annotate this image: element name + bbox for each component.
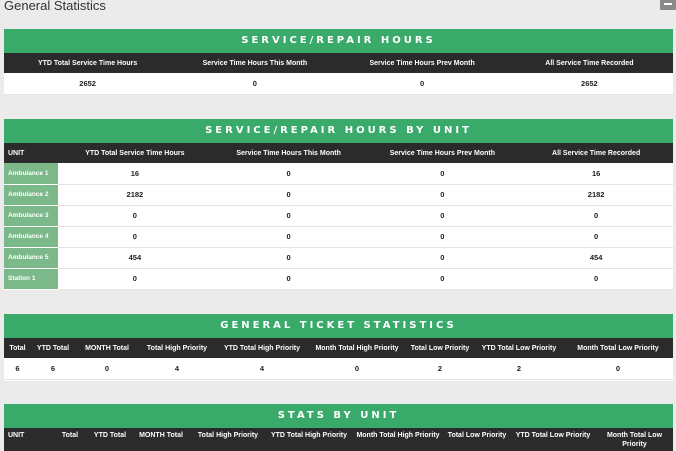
table-cell: 2182 [58, 184, 212, 206]
column-header: Total [4, 338, 31, 358]
table-row: Ambulance 3 0 0 0 0 [4, 205, 673, 227]
column-header: UNIT [4, 143, 58, 163]
unit-name: Ambulance 1 [4, 163, 58, 185]
table-cell: 0 [58, 226, 212, 248]
column-header: All Service Time Recorded [505, 53, 673, 73]
unit-name: Ambulance 4 [4, 226, 58, 248]
column-header: All Service Time Recorded [519, 143, 673, 163]
stats-by-unit-panel: STATS BY UNIT UNIT Total YTD Total MONTH… [4, 404, 673, 451]
table-cell: 0 [365, 226, 520, 248]
table-row: Ambulance 4 0 0 0 0 [4, 226, 673, 248]
table-cell: 0 [211, 184, 366, 206]
column-header: UNIT [4, 428, 52, 451]
hours-by-unit-table: UNIT YTD Total Service Time Hours Servic… [4, 143, 673, 290]
table-cell: 16 [58, 163, 212, 185]
table-cell: 2182 [519, 184, 673, 206]
column-header: Service Time Hours This Month [211, 143, 366, 163]
table-cell: 0 [519, 226, 673, 248]
collapse-icon[interactable] [660, 0, 676, 10]
service-hours-table: YTD Total Service Time Hours Service Tim… [4, 53, 673, 95]
table-cell: 4 [215, 358, 309, 380]
ticket-stats-banner: GENERAL TICKET STATISTICS [4, 314, 673, 338]
column-header: Total Low Priority [444, 428, 510, 451]
unit-name: Ambulance 2 [4, 184, 58, 206]
page-title: General Statistics [4, 0, 106, 13]
table-cell: 454 [519, 247, 673, 269]
table-cell: 0 [58, 205, 212, 227]
service-hours-banner: SERVICE/REPAIR HOURS [4, 29, 673, 53]
unit-name: Station 1 [4, 268, 58, 290]
table-cell: 454 [58, 247, 212, 269]
table-cell: 0 [365, 205, 520, 227]
table-cell: 0 [211, 268, 366, 290]
service-hours-panel: SERVICE/REPAIR HOURS YTD Total Service T… [4, 29, 673, 95]
table-cell: 16 [519, 163, 673, 185]
table-cell: 2652 [505, 73, 673, 95]
table-cell: 0 [309, 358, 405, 380]
table-cell: 0 [211, 226, 366, 248]
table-cell: 0 [211, 163, 366, 185]
column-header: MONTH Total [132, 428, 190, 451]
table-cell: 2 [405, 358, 475, 380]
column-header: Month Total High Priority [352, 428, 444, 451]
table-cell: 0 [519, 205, 673, 227]
table-cell: 2652 [4, 73, 172, 95]
column-header: YTD Total Service Time Hours [4, 53, 172, 73]
table-cell: 2 [475, 358, 563, 380]
table-cell: 0 [365, 163, 520, 185]
table-row: Ambulance 1 16 0 0 16 [4, 163, 673, 185]
unit-name: Ambulance 5 [4, 247, 58, 269]
column-header: Total High Priority [190, 428, 266, 451]
ticket-stats-panel: GENERAL TICKET STATISTICS Total YTD Tota… [4, 314, 673, 381]
table-cell: 0 [365, 184, 520, 206]
column-header: Month Total High Priority [309, 338, 405, 358]
column-header: Month Total Low Priority [563, 338, 673, 358]
table-row: 2652 0 0 2652 [4, 73, 673, 95]
table-cell: 6 [4, 358, 31, 380]
column-header: YTD Total High Priority [215, 338, 309, 358]
column-header: Service Time Hours Prev Month [338, 53, 506, 73]
table-cell: 0 [211, 205, 366, 227]
table-row: Station 1 0 0 0 0 [4, 268, 673, 290]
table-cell: 4 [139, 358, 215, 380]
table-cell: 0 [365, 247, 520, 269]
column-header: MONTH Total [75, 338, 139, 358]
table-cell: 0 [519, 268, 673, 290]
column-header: YTD Total Low Priority [510, 428, 596, 451]
column-header: YTD Total High Priority [266, 428, 352, 451]
table-cell: 6 [31, 358, 75, 380]
table-row: Ambulance 5 454 0 0 454 [4, 247, 673, 269]
stats-by-unit-table: UNIT Total YTD Total MONTH Total Total H… [4, 428, 673, 451]
table-cell: 0 [365, 268, 520, 290]
table-cell: 0 [58, 268, 212, 290]
column-header: Month Total Low Priority [596, 428, 673, 451]
table-row: Ambulance 2 2182 0 0 2182 [4, 184, 673, 206]
column-header: Total Low Priority [405, 338, 475, 358]
table-cell: 0 [563, 358, 673, 380]
table-cell: 0 [338, 73, 506, 95]
column-header: Service Time Hours Prev Month [365, 143, 520, 163]
column-header: YTD Total [31, 338, 75, 358]
hours-by-unit-banner: SERVICE/REPAIR HOURS BY UNIT [4, 119, 673, 143]
unit-name: Ambulance 3 [4, 205, 58, 227]
column-header: YTD Total [88, 428, 132, 451]
table-cell: 0 [171, 73, 339, 95]
stats-by-unit-banner: STATS BY UNIT [4, 404, 673, 428]
table-cell: 0 [75, 358, 139, 380]
column-header: YTD Total Low Priority [475, 338, 563, 358]
column-header: Service Time Hours This Month [171, 53, 339, 73]
ticket-stats-table: Total YTD Total MONTH Total Total High P… [4, 338, 673, 380]
column-header: Total [52, 428, 88, 451]
table-cell: 0 [211, 247, 366, 269]
column-header: YTD Total Service Time Hours [58, 143, 212, 163]
hours-by-unit-panel: SERVICE/REPAIR HOURS BY UNIT UNIT YTD To… [4, 119, 673, 290]
column-header: Total High Priority [139, 338, 215, 358]
table-row: 6 6 0 4 4 0 2 2 0 [4, 358, 673, 380]
